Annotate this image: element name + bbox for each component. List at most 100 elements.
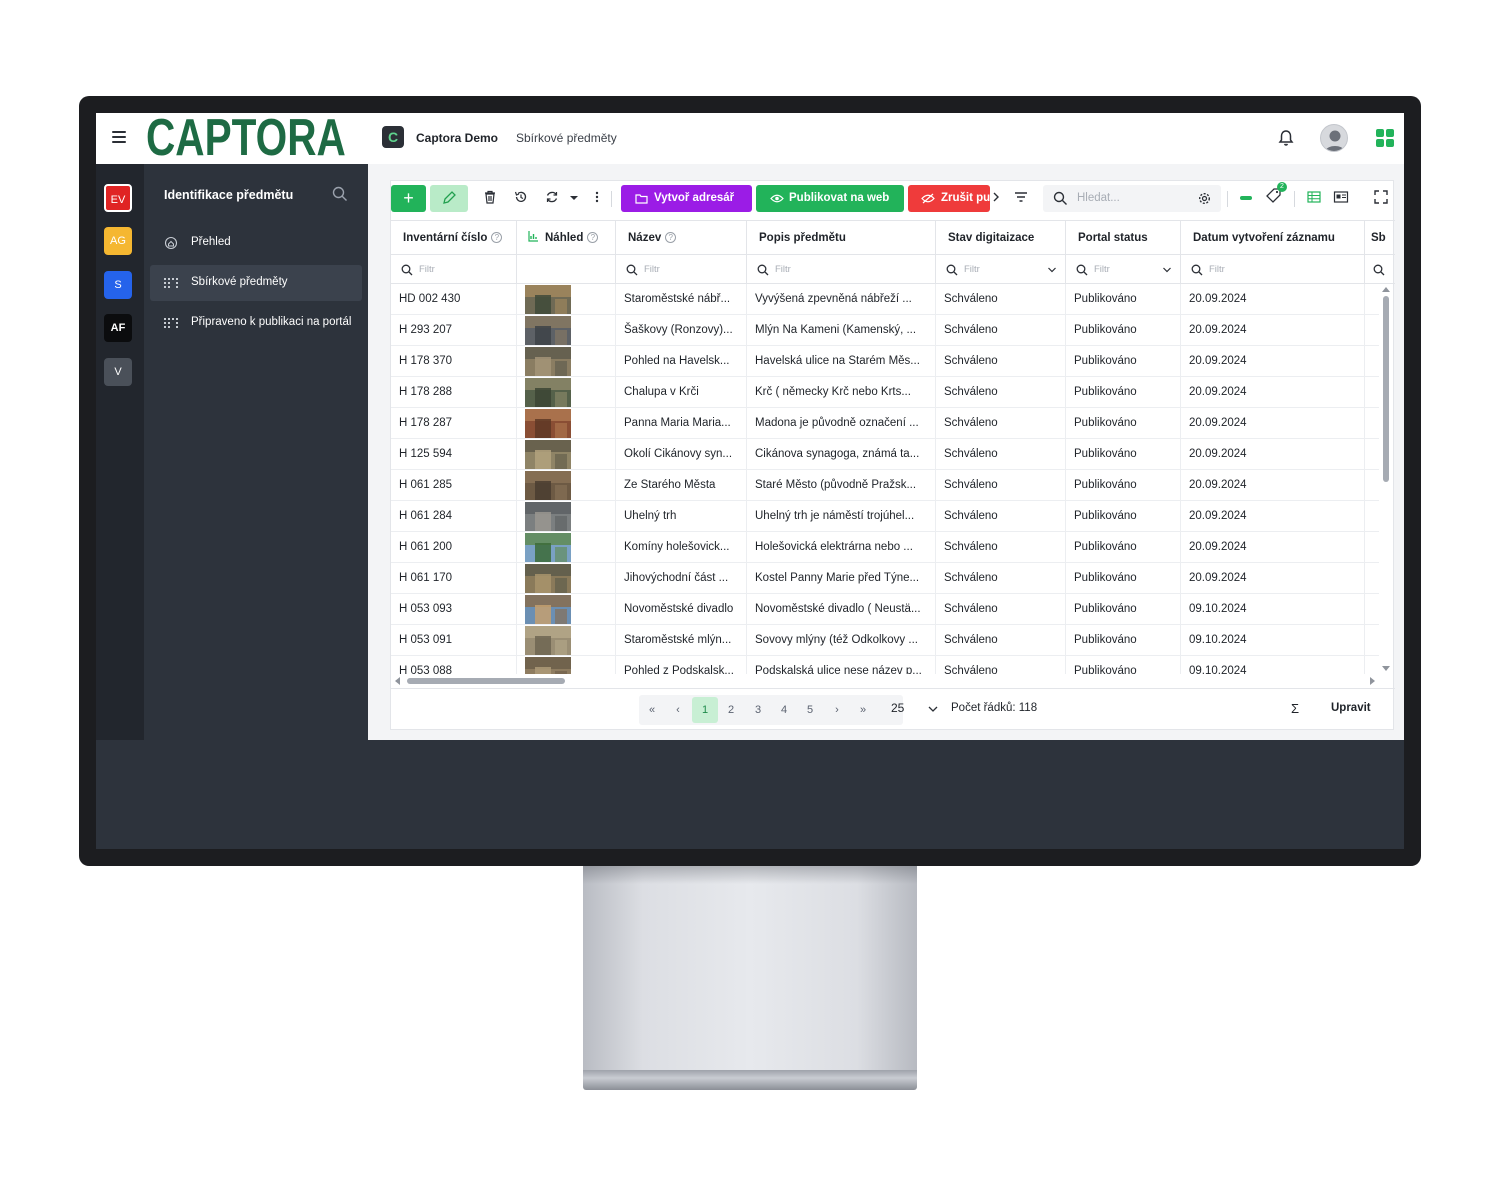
cell-stav[interactable]: Schváleno xyxy=(936,284,1066,315)
cell-inv[interactable]: H 178 370 xyxy=(391,346,517,377)
vertical-scrollbar[interactable] xyxy=(1379,284,1393,676)
cell-inv[interactable]: H 125 594 xyxy=(391,439,517,470)
cell-thumbnail[interactable] xyxy=(517,532,616,563)
cell-desc[interactable]: Madona je původně označení ... xyxy=(747,408,936,439)
rail-item-s[interactable]: S xyxy=(104,271,132,299)
last-page-button[interactable]: » xyxy=(850,697,876,723)
scroll-left-icon[interactable] xyxy=(393,676,403,686)
table-row[interactable]: H 061 170 Jihovýchodní část ... Kostel Pan… xyxy=(391,563,1379,594)
cell-thumbnail[interactable] xyxy=(517,408,616,439)
chevron-down-icon[interactable] xyxy=(1047,265,1057,275)
thumbnail-image[interactable] xyxy=(525,409,571,438)
cell-inv[interactable]: H 061 200 xyxy=(391,532,517,563)
thumbnail-image[interactable] xyxy=(525,564,571,593)
cell-desc[interactable]: Havelská ulice na Starém Měs... xyxy=(747,346,936,377)
cell-date[interactable]: 20.09.2024 xyxy=(1181,470,1365,501)
edit-link[interactable]: Upravit xyxy=(1331,702,1371,714)
cell-stav[interactable]: Schváleno xyxy=(936,594,1066,625)
page-button-1[interactable]: 1 xyxy=(692,697,718,723)
filter-cell[interactable]: Filtr xyxy=(391,256,517,284)
thumbnail-image[interactable] xyxy=(525,626,571,655)
refresh-icon[interactable] xyxy=(544,189,560,205)
cell-thumbnail[interactable] xyxy=(517,501,616,532)
history-icon[interactable] xyxy=(513,189,529,205)
search-input[interactable]: Hledat... xyxy=(1043,185,1221,212)
table-row[interactable]: H 061 200 Komíny holešovick... Holešovická… xyxy=(391,532,1379,563)
cell-stav[interactable]: Schváleno xyxy=(936,501,1066,532)
rail-item-v[interactable]: V xyxy=(104,358,132,386)
cell-name[interactable]: Chalupa v Krči xyxy=(616,377,747,408)
cell-date[interactable]: 20.09.2024 xyxy=(1181,408,1365,439)
cell-thumbnail[interactable] xyxy=(517,315,616,346)
cell-desc[interactable]: Vyvýšená zpevněná nábřeží ... xyxy=(747,284,936,315)
first-page-button[interactable]: « xyxy=(639,697,665,723)
column-header-nahled[interactable]: Náhled? xyxy=(517,221,616,256)
cell-desc[interactable]: Staré Město (původně Pražsk... xyxy=(747,470,936,501)
thumbnail-image[interactable] xyxy=(525,347,571,376)
cell-portal[interactable]: Publikováno xyxy=(1066,315,1181,346)
cell-portal[interactable]: Publikováno xyxy=(1066,625,1181,656)
cell-stav[interactable]: Schváleno xyxy=(936,532,1066,563)
thumbnail-image[interactable] xyxy=(525,440,571,469)
table-row[interactable]: H 178 370 Pohled na Havelsk... Havelská ul… xyxy=(391,346,1379,377)
table-row[interactable]: H 053 088 Pohled z Podskalsk... Podskalská… xyxy=(391,656,1379,674)
filter-cell[interactable]: Filtr xyxy=(616,256,747,284)
cell-date[interactable]: 09.10.2024 xyxy=(1181,656,1365,674)
cell-date[interactable]: 20.09.2024 xyxy=(1181,315,1365,346)
cell-portal[interactable]: Publikováno xyxy=(1066,284,1181,315)
page-button-2[interactable]: 2 xyxy=(718,697,744,723)
cell-date[interactable]: 20.09.2024 xyxy=(1181,284,1365,315)
table-row[interactable]: HD 002 430 Staroměstské nábř... Vyvýšená z… xyxy=(391,284,1379,315)
rail-item-ev[interactable]: EV xyxy=(104,184,132,212)
filter-cell[interactable] xyxy=(1365,256,1395,284)
breadcrumb[interactable]: Sbírkové předměty xyxy=(516,131,617,145)
cell-date[interactable]: 20.09.2024 xyxy=(1181,439,1365,470)
cell-inv[interactable]: H 053 091 xyxy=(391,625,517,656)
cell-inv[interactable]: H 053 088 xyxy=(391,656,517,674)
rail-item-af[interactable]: AF xyxy=(104,314,132,342)
prev-page-button[interactable]: ‹ xyxy=(665,697,691,723)
column-header-stav[interactable]: Stav digitaizace xyxy=(936,221,1066,256)
thumbnail-image[interactable] xyxy=(525,285,571,314)
cell-desc[interactable]: Kostel Panny Marie před Týne... xyxy=(747,563,936,594)
cell-stav[interactable]: Schváleno xyxy=(936,563,1066,594)
sidebar-item-sbirkove-predmety[interactable]: Sbírkové předměty xyxy=(150,265,362,301)
cell-thumbnail[interactable] xyxy=(517,470,616,501)
cell-inv[interactable]: HD 002 430 xyxy=(391,284,517,315)
filter-cell[interactable]: Filtr xyxy=(1181,256,1365,284)
cell-name[interactable]: Staroměstské mlýn... xyxy=(616,625,747,656)
cell-stav[interactable]: Schváleno xyxy=(936,346,1066,377)
cell-name[interactable]: Panna Maria Maria... xyxy=(616,408,747,439)
sort-icon[interactable] xyxy=(527,230,539,242)
filter-icon[interactable] xyxy=(1013,189,1029,205)
bell-icon[interactable] xyxy=(1278,129,1294,147)
column-header-inventarni-cislo[interactable]: Inventární číslo? xyxy=(391,221,517,256)
scroll-down-icon[interactable] xyxy=(1379,664,1393,674)
cell-inv[interactable]: H 178 287 xyxy=(391,408,517,439)
cell-stav[interactable]: Schváleno xyxy=(936,656,1066,674)
horizontal-scroll-thumb[interactable] xyxy=(407,678,565,684)
page-button-5[interactable]: 5 xyxy=(797,697,823,723)
trash-icon[interactable] xyxy=(482,189,498,205)
page-button-3[interactable]: 3 xyxy=(745,697,771,723)
page-button-4[interactable]: 4 xyxy=(771,697,797,723)
cell-name[interactable]: Novoměstské divadlo xyxy=(616,594,747,625)
cell-desc[interactable]: Mlýn Na Kameni (Kamenský, ... xyxy=(747,315,936,346)
cell-date[interactable]: 20.09.2024 xyxy=(1181,346,1365,377)
cell-desc[interactable]: Uhelný trh je náměstí trojúhel... xyxy=(747,501,936,532)
chevron-down-icon[interactable] xyxy=(1162,265,1172,275)
cell-thumbnail[interactable] xyxy=(517,284,616,315)
table-view-icon[interactable] xyxy=(1306,189,1322,205)
cancel-publish-button[interactable]: Zrušit pu xyxy=(908,185,990,212)
cell-portal[interactable]: Publikováno xyxy=(1066,594,1181,625)
cell-inv[interactable]: H 061 284 xyxy=(391,501,517,532)
cell-stav[interactable]: Schváleno xyxy=(936,377,1066,408)
publish-web-button[interactable]: Publikovat na web xyxy=(756,185,904,212)
cell-date[interactable]: 20.09.2024 xyxy=(1181,501,1365,532)
cell-name[interactable]: Uhelný trh xyxy=(616,501,747,532)
cell-name[interactable]: Jihovýchodní část ... xyxy=(616,563,747,594)
cell-inv[interactable]: H 061 170 xyxy=(391,563,517,594)
cell-portal[interactable]: Publikováno xyxy=(1066,346,1181,377)
cell-portal[interactable]: Publikováno xyxy=(1066,408,1181,439)
cell-desc[interactable]: Holešovická elektrárna nebo ... xyxy=(747,532,936,563)
